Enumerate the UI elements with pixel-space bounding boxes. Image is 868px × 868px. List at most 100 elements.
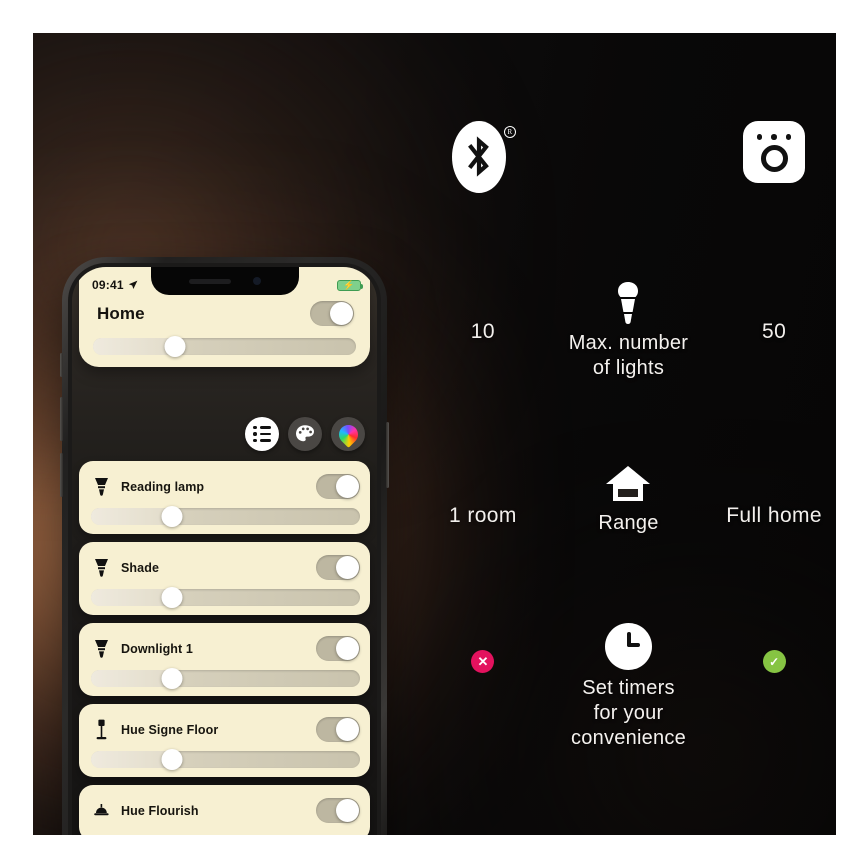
phone-volume-up-button[interactable] xyxy=(60,397,63,441)
list-icon-row xyxy=(253,432,271,436)
light-brightness-thumb[interactable] xyxy=(161,668,183,689)
light-card-hue-flourish[interactable]: Hue Flourish xyxy=(79,785,370,835)
chip-color-picker[interactable] xyxy=(331,417,365,451)
screenshot-canvas: R 10 Max. number of lights 50 1 room Ran… xyxy=(33,33,836,835)
bulb-icon xyxy=(618,282,639,324)
light-card-header: Downlight 1 xyxy=(91,632,360,670)
list-icon-row xyxy=(253,438,271,443)
front-camera-icon xyxy=(252,277,261,285)
light-toggle[interactable] xyxy=(316,636,360,661)
bridge-column xyxy=(712,121,836,183)
range-right-cell: Full home xyxy=(712,465,836,528)
timers-label-line1: Set timers xyxy=(582,677,675,699)
light-brightness-slider[interactable] xyxy=(91,506,360,527)
light-toggle[interactable] xyxy=(316,717,360,742)
bridge-button-ring xyxy=(760,144,788,172)
spot-bulb-icon xyxy=(93,476,110,497)
bridge-led-dot xyxy=(771,134,777,140)
light-brightness-thumb[interactable] xyxy=(161,506,183,527)
comparison-row-max-lights: 10 Max. number of lights 50 xyxy=(421,281,836,381)
max-lights-right-cell: 50 xyxy=(712,281,836,344)
list-icon xyxy=(253,425,271,443)
chip-scenes[interactable] xyxy=(288,417,322,451)
phone-notch xyxy=(150,267,299,295)
light-brightness-fill xyxy=(91,751,172,768)
light-toggle-knob xyxy=(336,475,359,498)
max-lights-left-cell: 10 xyxy=(421,281,545,344)
light-toggle[interactable] xyxy=(316,798,360,823)
range-label: Range xyxy=(598,512,659,534)
spot-bulb-icon xyxy=(93,638,110,659)
timers-label-line2: for your xyxy=(593,702,664,725)
light-toggle[interactable] xyxy=(316,555,360,580)
phone-volume-down-button[interactable] xyxy=(60,453,63,497)
view-mode-chips xyxy=(245,417,365,451)
timers-right-cell: ✓ xyxy=(712,623,836,673)
home-title: Home xyxy=(97,303,145,323)
max-lights-label-line1: Max. number xyxy=(568,332,689,354)
phone-bezel: 09:41 ⚡ Home Reading lamp Shade Downligh… xyxy=(68,263,381,835)
light-card-header: Reading lamp xyxy=(91,470,360,508)
light-brightness-thumb[interactable] xyxy=(161,749,183,770)
light-card-header: Hue Flourish xyxy=(91,794,360,832)
range-left-cell: 1 room xyxy=(421,465,545,528)
light-toggle[interactable] xyxy=(316,474,360,499)
clock-icon xyxy=(604,623,652,670)
light-card-shade[interactable]: Shade xyxy=(79,542,370,615)
hue-bridge-icon xyxy=(743,121,806,183)
timers-label-line3: convenience xyxy=(570,727,687,750)
bluetooth-column: R xyxy=(421,121,545,193)
range-center-cell: Range xyxy=(547,465,710,536)
range-left-value: 1 room xyxy=(449,504,517,527)
light-name: Reading lamp xyxy=(121,479,205,494)
palette-icon xyxy=(296,425,314,442)
home-brightness-thumb[interactable] xyxy=(164,336,186,357)
light-toggle-knob xyxy=(336,799,359,822)
home-card-header: Home xyxy=(93,297,356,326)
bluetooth-icon: R xyxy=(451,121,516,193)
light-brightness-fill xyxy=(91,670,172,687)
spot-bulb-icon xyxy=(93,557,110,578)
earpiece-speaker-icon xyxy=(188,278,231,284)
timers-left-cell: ✕ xyxy=(421,623,545,673)
registered-trademark-icon: R xyxy=(503,126,516,138)
bluetooth-icon-oval xyxy=(451,121,506,193)
max-lights-center-cell: Max. number of lights xyxy=(547,281,710,381)
max-lights-label: Max. number of lights xyxy=(569,331,688,381)
light-brightness-fill xyxy=(91,589,172,606)
home-master-toggle[interactable] xyxy=(310,301,354,326)
light-toggle-knob xyxy=(336,637,359,660)
chip-list-view[interactable] xyxy=(245,417,279,451)
phone-mockup: 09:41 ⚡ Home Reading lamp Shade Downligh… xyxy=(60,257,389,835)
light-brightness-slider[interactable] xyxy=(91,587,360,608)
timers-center-cell: Set timers for your convenience xyxy=(547,623,710,752)
home-brightness-slider[interactable] xyxy=(93,336,356,357)
light-card-hue-signe-floor[interactable]: Hue Signe Floor xyxy=(79,704,370,777)
phone-power-button[interactable] xyxy=(386,422,389,488)
light-card-downlight-1[interactable]: Downlight 1 xyxy=(79,623,370,696)
max-lights-label-line2: of lights xyxy=(592,357,665,380)
ceiling-lamp-icon xyxy=(93,800,110,821)
light-brightness-slider[interactable] xyxy=(91,668,360,689)
timers-label: Set timers for your convenience xyxy=(571,676,686,752)
status-badge-negative: ✕ xyxy=(471,650,495,673)
light-card-reading-lamp[interactable]: Reading lamp xyxy=(79,461,370,534)
light-card-header: Hue Signe Floor xyxy=(91,713,360,751)
home-brightness-fill xyxy=(93,338,175,355)
max-lights-left-value: 10 xyxy=(470,320,495,343)
light-brightness-thumb[interactable] xyxy=(161,587,183,608)
comparison-panel: R 10 Max. number of lights 50 1 room Ran… xyxy=(421,33,836,835)
light-toggle-knob xyxy=(336,718,359,741)
light-brightness-slider[interactable] xyxy=(91,749,360,770)
bridge-led-dot xyxy=(756,134,763,140)
light-card-header: Shade xyxy=(91,551,360,589)
light-brightness-fill xyxy=(91,508,172,525)
comparison-row-connectivity: R xyxy=(421,121,836,193)
house-icon xyxy=(606,466,651,501)
color-drop-icon xyxy=(334,420,362,448)
list-icon-row xyxy=(253,425,271,430)
comparison-row-timers: ✕ Set timers for your convenience ✓ xyxy=(421,623,836,752)
light-name: Hue Flourish xyxy=(121,803,199,818)
bridge-led-dots xyxy=(756,134,792,140)
phone-mute-switch[interactable] xyxy=(60,353,63,377)
